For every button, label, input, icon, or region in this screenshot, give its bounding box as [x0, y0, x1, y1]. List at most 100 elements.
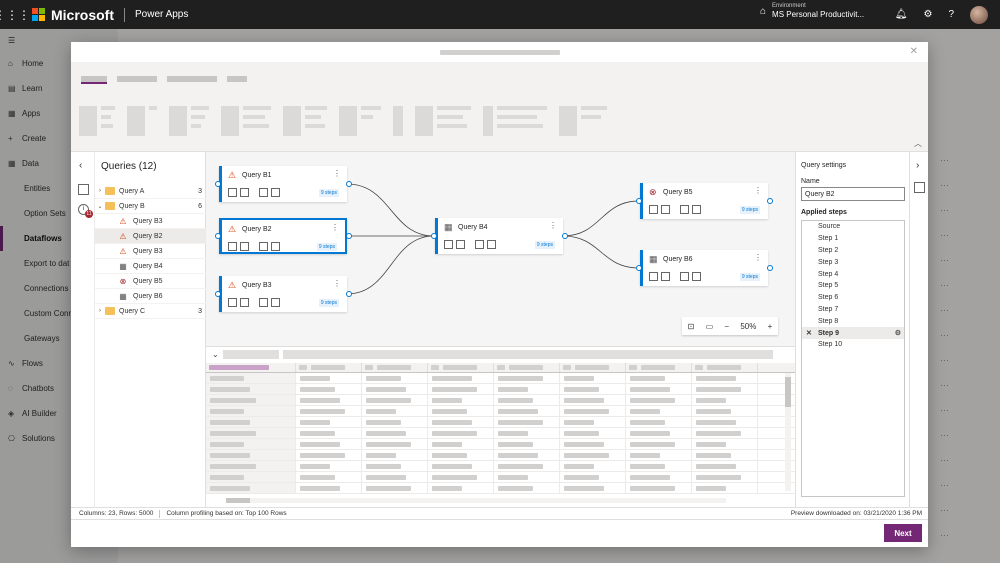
grid-header-cell[interactable]	[626, 363, 692, 372]
applied-step[interactable]: Step 6	[802, 292, 904, 304]
table-icon[interactable]	[487, 240, 496, 249]
bell-icon[interactable]: 🔔︎	[895, 9, 908, 20]
delete-step-icon[interactable]: ✕	[806, 329, 812, 337]
properties-icon[interactable]	[914, 182, 925, 193]
query-item[interactable]: ⊗ Query B5	[95, 274, 206, 289]
applied-step[interactable]: Step 10	[802, 339, 904, 351]
grid-header-cell[interactable]	[428, 363, 494, 372]
ribbon-group[interactable]	[283, 106, 327, 136]
query-node-b1[interactable]: ⚠ Query B1 ⋮ 9 steps	[219, 166, 347, 202]
column-profiling-setting[interactable]: Column profiling based on: Top 100 Rows	[166, 510, 286, 517]
grid-cell[interactable]	[692, 373, 758, 383]
grid-cell[interactable]	[362, 417, 428, 427]
query-item[interactable]: ⚠ Query B3	[95, 244, 206, 259]
grid-cell[interactable]	[692, 472, 758, 482]
grid-cell[interactable]	[296, 406, 362, 416]
grid-cell[interactable]	[362, 384, 428, 394]
steps-badge[interactable]: 9 steps	[318, 299, 339, 307]
more-options-icon[interactable]: ⋮	[333, 169, 341, 178]
input-port[interactable]	[636, 198, 642, 204]
ribbon-tab-add-column[interactable]	[167, 76, 217, 82]
grid-cell[interactable]	[692, 417, 758, 427]
grid-cell[interactable]	[560, 384, 626, 394]
grid-cell[interactable]	[296, 450, 362, 460]
ribbon-group[interactable]	[79, 106, 115, 136]
grid-cell[interactable]	[494, 472, 560, 482]
applied-step[interactable]: Source	[802, 221, 904, 233]
chevron-right-icon[interactable]: ›	[95, 188, 105, 194]
table-icon[interactable]	[271, 242, 280, 251]
grid-cell[interactable]	[428, 450, 494, 460]
fit-to-screen-icon[interactable]: ⊡	[688, 322, 695, 331]
grid-cell[interactable]	[362, 373, 428, 383]
grid-cell[interactable]	[428, 428, 494, 438]
grid-cell[interactable]	[494, 439, 560, 449]
query-node-b4[interactable]: ▦ Query B4 ⋮ 9 steps	[435, 218, 563, 254]
zoom-out-icon[interactable]: −	[724, 322, 729, 331]
ribbon-group[interactable]	[483, 106, 547, 136]
input-port[interactable]	[636, 265, 642, 271]
query-node-b6[interactable]: ▦ Query B6 ⋮ 9 steps	[640, 250, 768, 286]
output-port[interactable]	[346, 291, 352, 297]
grid-cell[interactable]	[494, 417, 560, 427]
grid-cell[interactable]	[428, 483, 494, 493]
ribbon-group[interactable]	[169, 106, 209, 136]
query-node-b5[interactable]: ⊗ Query B5 ⋮ 9 steps	[640, 183, 768, 219]
ribbon-group[interactable]	[221, 106, 271, 136]
table-icon[interactable]	[271, 188, 280, 197]
table-icon[interactable]	[240, 242, 249, 251]
query-group[interactable]: › Query A 3	[95, 184, 206, 199]
input-port[interactable]	[431, 233, 437, 239]
grid-cell[interactable]	[560, 428, 626, 438]
table-icon[interactable]	[240, 298, 249, 307]
grid-cell[interactable]	[494, 395, 560, 405]
grid-cell[interactable]	[560, 395, 626, 405]
grid-cell[interactable]	[626, 472, 692, 482]
grid-cell[interactable]	[560, 483, 626, 493]
grid-cell[interactable]	[494, 373, 560, 383]
query-node-b3[interactable]: ⚠ Query B3 ⋮ 9 steps	[219, 276, 347, 312]
grid-cell[interactable]	[362, 439, 428, 449]
grid-cell[interactable]	[626, 406, 692, 416]
grid-cell[interactable]	[494, 483, 560, 493]
query-group[interactable]: › Query C 3	[95, 304, 206, 319]
grid-cell[interactable]	[206, 439, 296, 449]
grid-cell[interactable]	[206, 472, 296, 482]
horizontal-scrollbar[interactable]	[226, 498, 726, 503]
grid-cell[interactable]	[692, 395, 758, 405]
more-options-icon[interactable]: ⋮	[333, 279, 341, 288]
grid-cell[interactable]	[428, 417, 494, 427]
output-port[interactable]	[767, 198, 773, 204]
grid-cell[interactable]	[206, 417, 296, 427]
grid-cell[interactable]	[626, 450, 692, 460]
grid-cell[interactable]	[692, 406, 758, 416]
ribbon-group[interactable]	[415, 106, 471, 136]
step-icon[interactable]	[228, 188, 237, 197]
grid-cell[interactable]	[206, 461, 296, 471]
grid-cell[interactable]	[296, 439, 362, 449]
grid-cell[interactable]	[494, 461, 560, 471]
formula-buttons[interactable]	[222, 349, 279, 359]
grid-cell[interactable]	[296, 373, 362, 383]
query-item[interactable]: ⚠ Query B3	[95, 214, 206, 229]
grid-cell[interactable]	[626, 483, 692, 493]
grid-cell[interactable]	[626, 439, 692, 449]
grid-cell[interactable]	[362, 395, 428, 405]
grid-cell[interactable]	[206, 483, 296, 493]
grid-cell[interactable]	[362, 450, 428, 460]
close-icon[interactable]: ✕	[910, 46, 918, 57]
zoom-in-icon[interactable]: +	[768, 322, 773, 331]
steps-badge[interactable]: 9 steps	[534, 241, 555, 249]
grid-cell[interactable]	[296, 483, 362, 493]
avatar[interactable]	[970, 5, 988, 24]
step-icon[interactable]	[649, 272, 658, 281]
grid-cell[interactable]	[560, 417, 626, 427]
grid-cell[interactable]	[560, 439, 626, 449]
grid-header-cell[interactable]	[560, 363, 626, 372]
grid-cell[interactable]	[560, 461, 626, 471]
table-icon[interactable]	[680, 205, 689, 214]
more-options-icon[interactable]: ⋮	[549, 221, 557, 230]
step-icon[interactable]	[228, 298, 237, 307]
grid-header-cell[interactable]	[296, 363, 362, 372]
steps-badge[interactable]: 9 steps	[739, 273, 760, 281]
